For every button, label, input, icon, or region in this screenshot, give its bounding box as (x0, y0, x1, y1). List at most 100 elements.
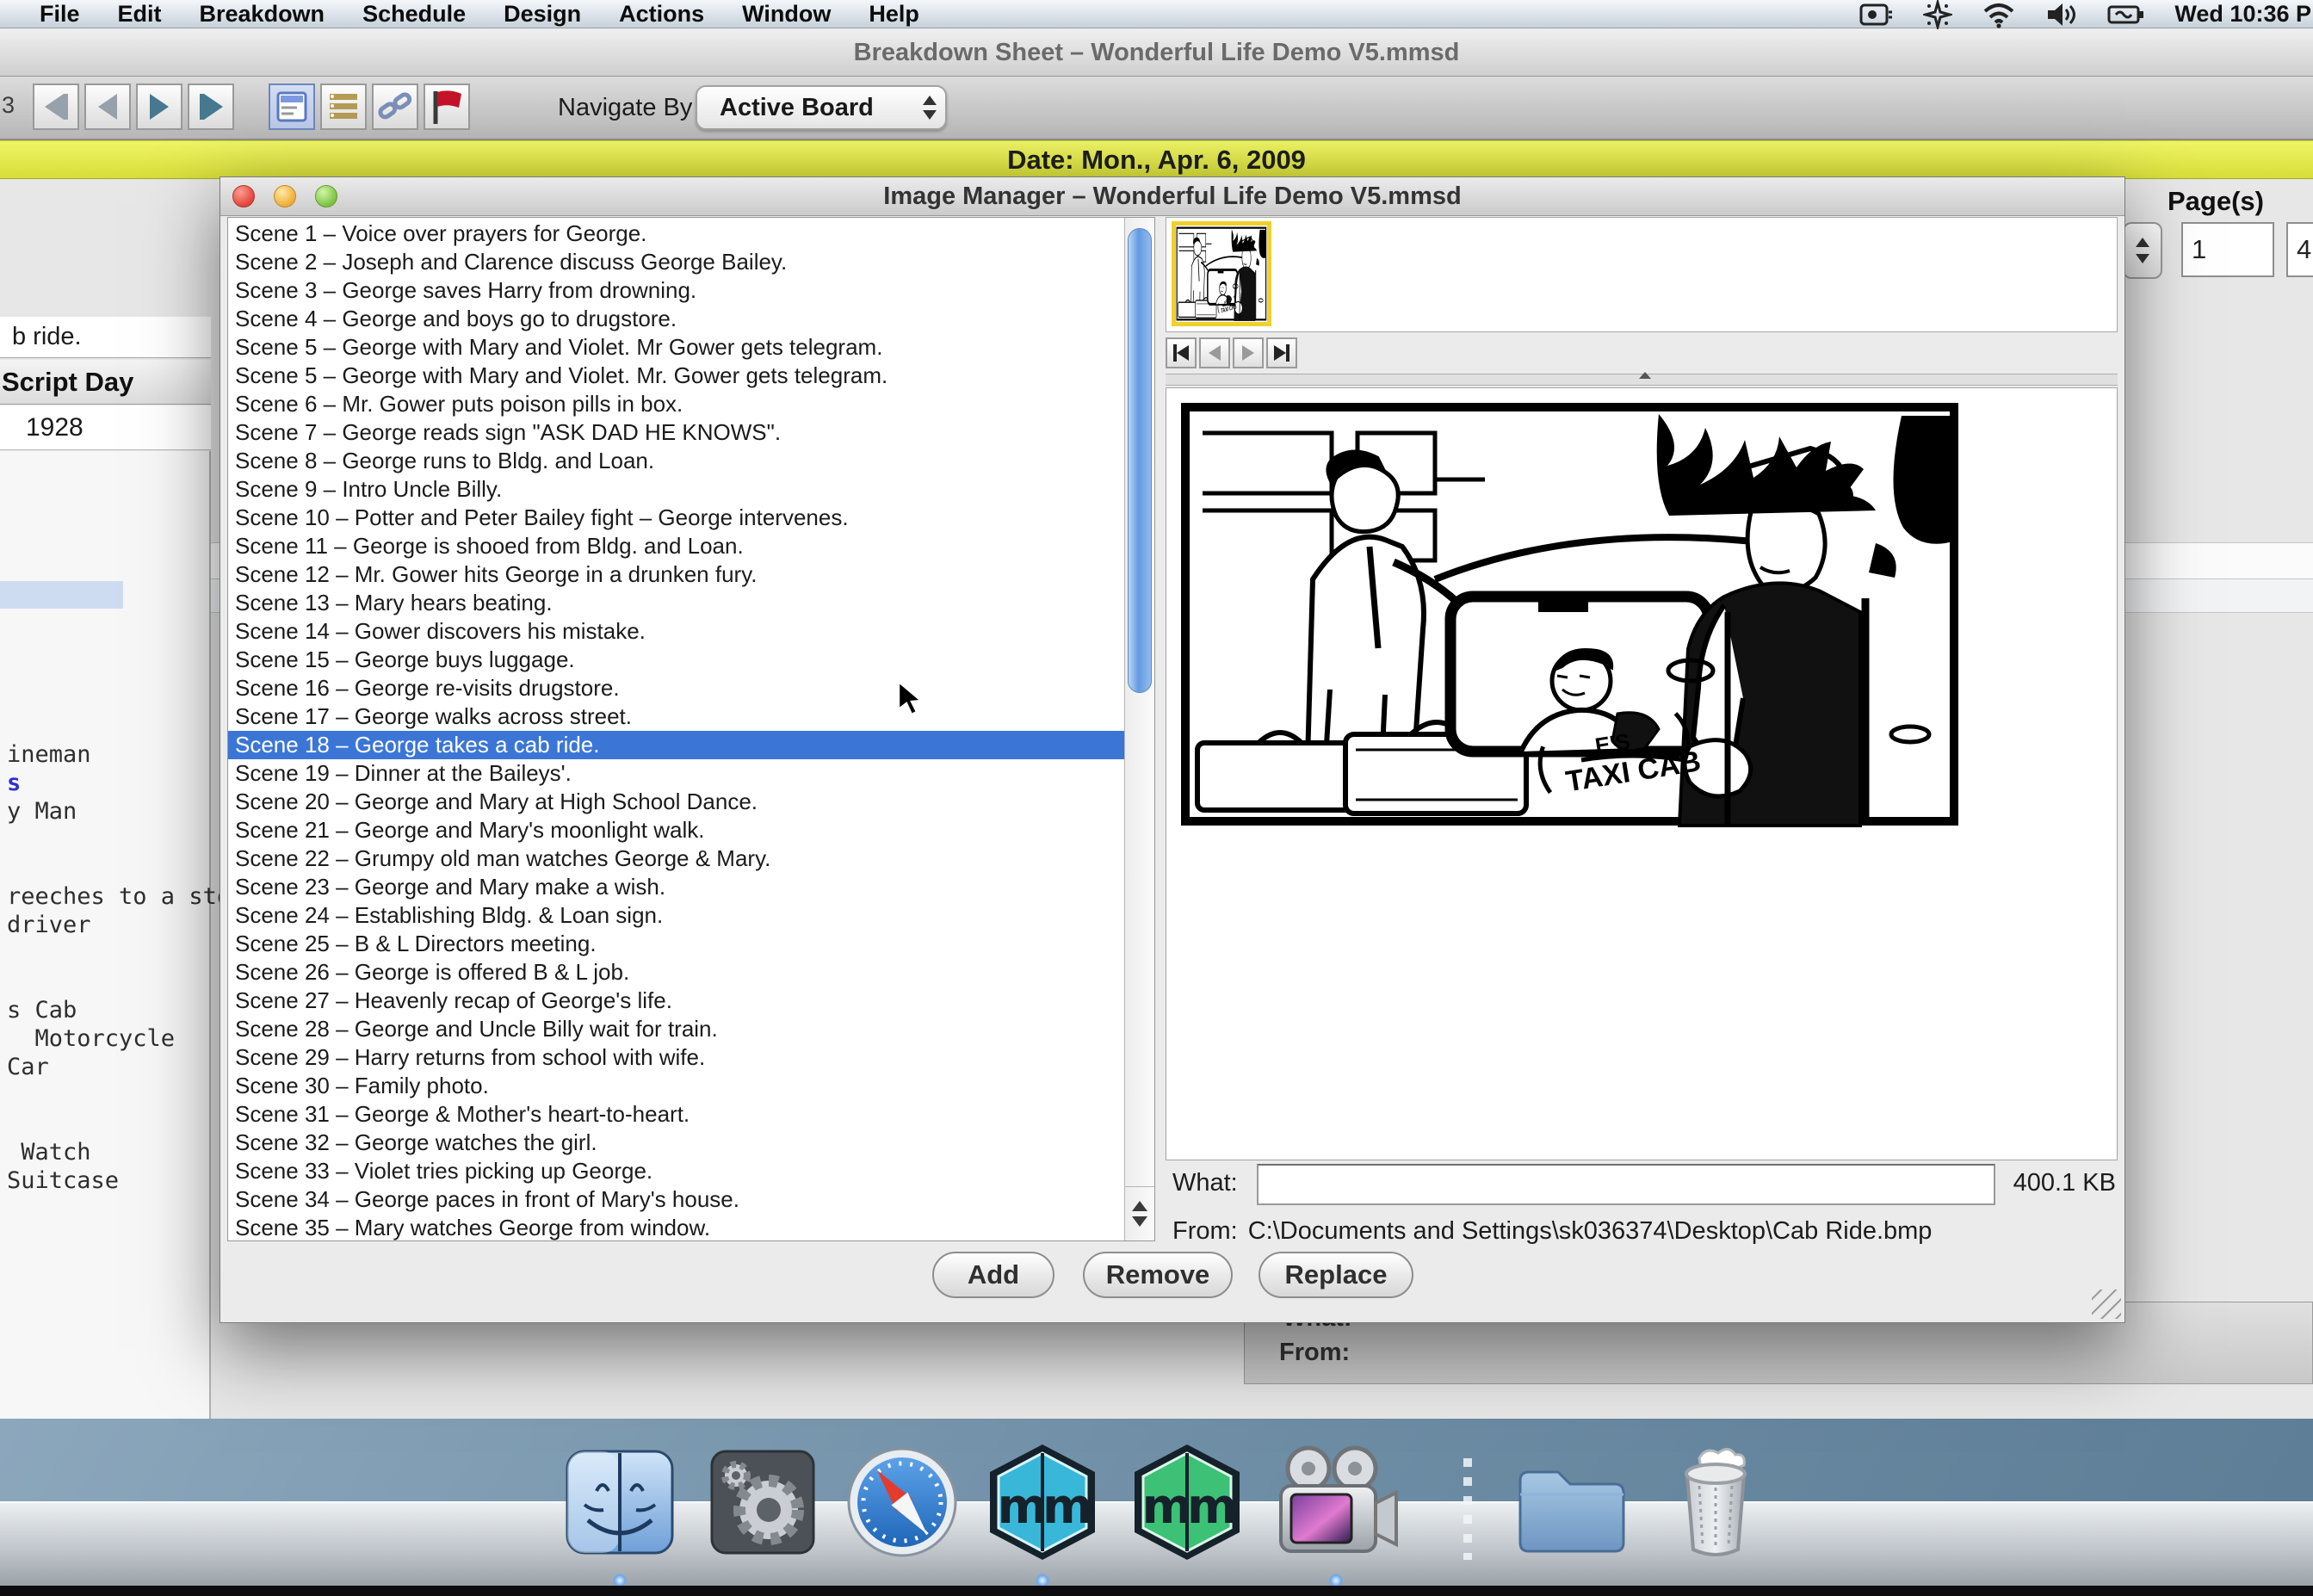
what-input[interactable] (1257, 1164, 1995, 1205)
scene-list-item[interactable]: Scene 24 – Establishing Bldg. & Loan sig… (228, 901, 1125, 930)
scene-list-item[interactable]: Scene 25 – B & L Directors meeting. (228, 930, 1125, 958)
dialog-title-bar[interactable]: Image Manager – Wonderful Life Demo V5.m… (220, 177, 2124, 216)
scene-list-item[interactable]: Scene 7 – George reads sign "ASK DAD HE … (228, 418, 1125, 447)
breakdown-sheet-view-button[interactable] (269, 84, 315, 130)
scene-list-item[interactable]: Scene 35 – Mary watches George from wind… (228, 1214, 1125, 1240)
scene-list-item[interactable]: Scene 30 – Family photo. (228, 1072, 1125, 1100)
scene-list-item[interactable]: Scene 14 – Gower discovers his mistake. (228, 617, 1125, 646)
battery-icon[interactable] (2107, 3, 2145, 27)
menu-item[interactable]: Breakdown (200, 1, 325, 28)
nav-forward-button[interactable] (136, 84, 182, 130)
pages-stepper[interactable] (2123, 222, 2162, 279)
pages-field-2[interactable]: 4 (2286, 222, 2313, 277)
scene-list-item[interactable]: Scene 28 – George and Uncle Billy wait f… (228, 1015, 1125, 1043)
remove-button[interactable]: Remove (1083, 1252, 1233, 1298)
scene-list-item[interactable]: Scene 11 – George is shooed from Bldg. a… (228, 532, 1125, 560)
scrollbar-thumb[interactable] (1128, 228, 1152, 693)
dock-folder-icon[interactable] (1506, 1441, 1629, 1563)
scene-list-item[interactable]: Scene 29 – Harry returns from school wit… (228, 1043, 1125, 1072)
scroll-up-icon[interactable] (1132, 1193, 1147, 1211)
cast-list-line[interactable] (7, 1081, 231, 1110)
scene-list-item[interactable]: Scene 15 – George buys luggage. (228, 646, 1125, 674)
dock-movie-magic-screenwriter-icon[interactable]: mm (981, 1441, 1104, 1563)
volume-icon[interactable] (2045, 1, 2078, 28)
zoom-icon[interactable] (315, 185, 337, 207)
add-button[interactable]: Add (932, 1252, 1054, 1298)
scene-list-item[interactable]: Scene 21 – George and Mary's moonlight w… (228, 816, 1125, 844)
scene-list-item[interactable]: Scene 5 – George with Mary and Violet. M… (228, 333, 1125, 362)
minimize-icon[interactable] (274, 185, 296, 207)
menu-item[interactable]: Actions (619, 1, 704, 28)
resize-grip[interactable] (2092, 1290, 2121, 1319)
cast-list-line[interactable]: y Man (7, 797, 231, 826)
scene-list-item[interactable]: Scene 6 – Mr. Gower puts poison pills in… (228, 390, 1125, 418)
link-button[interactable] (372, 84, 418, 130)
menu-item[interactable]: Help (869, 1, 919, 28)
wifi-icon[interactable] (1982, 1, 2016, 28)
screen-sharing-icon[interactable] (1859, 2, 1894, 28)
scene-list-item[interactable]: Scene 26 – George is offered B & L job. (228, 958, 1125, 987)
menu-item[interactable]: Schedule (362, 1, 466, 28)
nav-last-button[interactable] (188, 84, 234, 130)
cast-list-line[interactable]: Car (7, 1053, 231, 1081)
cast-list-line[interactable] (7, 1110, 231, 1138)
navigate-by-dropdown[interactable]: Active Board (696, 85, 947, 130)
scene-list-item[interactable]: Scene 10 – Potter and Peter Bailey fight… (228, 504, 1125, 532)
scene-list-item[interactable]: Scene 2 – Joseph and Clarence discuss Ge… (228, 248, 1125, 276)
cast-list-line[interactable] (7, 939, 231, 968)
scene-list-item[interactable]: Scene 3 – George saves Harry from drowni… (228, 276, 1125, 305)
background-selected-cell[interactable] (0, 581, 123, 609)
scene-list-item[interactable]: Scene 8 – George runs to Bldg. and Loan. (228, 447, 1125, 475)
close-icon[interactable] (232, 185, 255, 207)
nav-first-button[interactable] (33, 84, 79, 130)
scene-list-item[interactable]: Scene 13 – Mary hears beating. (228, 589, 1125, 617)
scene-list-item[interactable]: Scene 4 – George and boys go to drugstor… (228, 305, 1125, 333)
cast-list-line[interactable] (7, 968, 231, 996)
pages-field[interactable]: 1 (2181, 222, 2274, 277)
flag-button[interactable] (424, 84, 470, 130)
dock-quicktime-player-icon[interactable] (1267, 1441, 1398, 1563)
character-viewer-icon[interactable] (1923, 0, 1953, 29)
cast-list-line[interactable]: s Cab (7, 996, 231, 1024)
scene-list-item[interactable]: Scene 27 – Heavenly recap of George's li… (228, 987, 1125, 1015)
cast-list-line[interactable]: Motorcycle (7, 1024, 231, 1053)
cast-list-line[interactable] (7, 854, 231, 882)
cast-list-line[interactable]: s (7, 769, 231, 797)
scene-list-item[interactable]: Scene 9 – Intro Uncle Billy. (228, 475, 1125, 504)
window-title-bar[interactable]: Breakdown Sheet – Wonderful Life Demo V5… (0, 29, 2313, 77)
scene-list-item[interactable]: Scene 23 – George and Mary make a wish. (228, 873, 1125, 901)
scroll-down-icon[interactable] (1132, 1216, 1147, 1234)
dock-system-preferences-icon[interactable] (702, 1441, 824, 1563)
cast-list-line[interactable]: Watch (7, 1138, 231, 1166)
menu-item[interactable]: Window (742, 1, 831, 28)
scene-list-item[interactable]: Scene 1 – Voice over prayers for George. (228, 220, 1125, 248)
scene-list-scrollbar[interactable] (1124, 218, 1154, 1240)
replace-button[interactable]: Replace (1259, 1252, 1413, 1298)
cast-list-line[interactable]: reeches to a sto (7, 882, 231, 911)
scene-list-item[interactable]: Scene 12 – Mr. Gower hits George in a dr… (228, 560, 1125, 589)
cast-list-line[interactable]: Suitcase (7, 1166, 231, 1195)
thumb-first-button[interactable] (1166, 337, 1197, 368)
thumb-last-button[interactable] (1266, 337, 1297, 368)
menu-item[interactable]: File (40, 1, 80, 28)
dock-movie-magic-scheduling-icon[interactable]: mm (1126, 1441, 1248, 1563)
background-field[interactable]: b ride. (0, 317, 211, 358)
nav-back-button[interactable] (84, 84, 131, 130)
scene-list-item[interactable]: Scene 34 – George paces in front of Mary… (228, 1185, 1125, 1214)
scene-list-item[interactable]: Scene 31 – George & Mother's heart-to-he… (228, 1100, 1125, 1129)
menu-clock[interactable]: Wed 10:36 P (2174, 1, 2311, 28)
scene-list-item[interactable]: Scene 22 – Grumpy old man watches George… (228, 844, 1125, 873)
scene-list-item[interactable]: Scene 5 – George with Mary and Violet. M… (228, 362, 1125, 390)
cast-list-line[interactable]: driver (7, 911, 231, 939)
list-view-button[interactable] (320, 84, 367, 130)
dock-trash-icon[interactable] (1654, 1441, 1777, 1563)
scene-list-item[interactable]: Scene 20 – George and Mary at High Schoo… (228, 788, 1125, 816)
script-day-value[interactable]: 1928 (0, 405, 211, 450)
scene-list-item[interactable]: Scene 17 – George walks across street. (228, 702, 1125, 731)
panel-separator[interactable] (1166, 372, 2118, 386)
scene-list-item[interactable]: Scene 19 – Dinner at the Baileys'. (228, 759, 1125, 788)
cast-list-line[interactable] (7, 826, 231, 854)
scene-list-item[interactable]: Scene 18 – George takes a cab ride. (228, 731, 1125, 759)
menu-item[interactable]: Edit (118, 1, 162, 28)
menu-item[interactable]: Design (504, 1, 581, 28)
